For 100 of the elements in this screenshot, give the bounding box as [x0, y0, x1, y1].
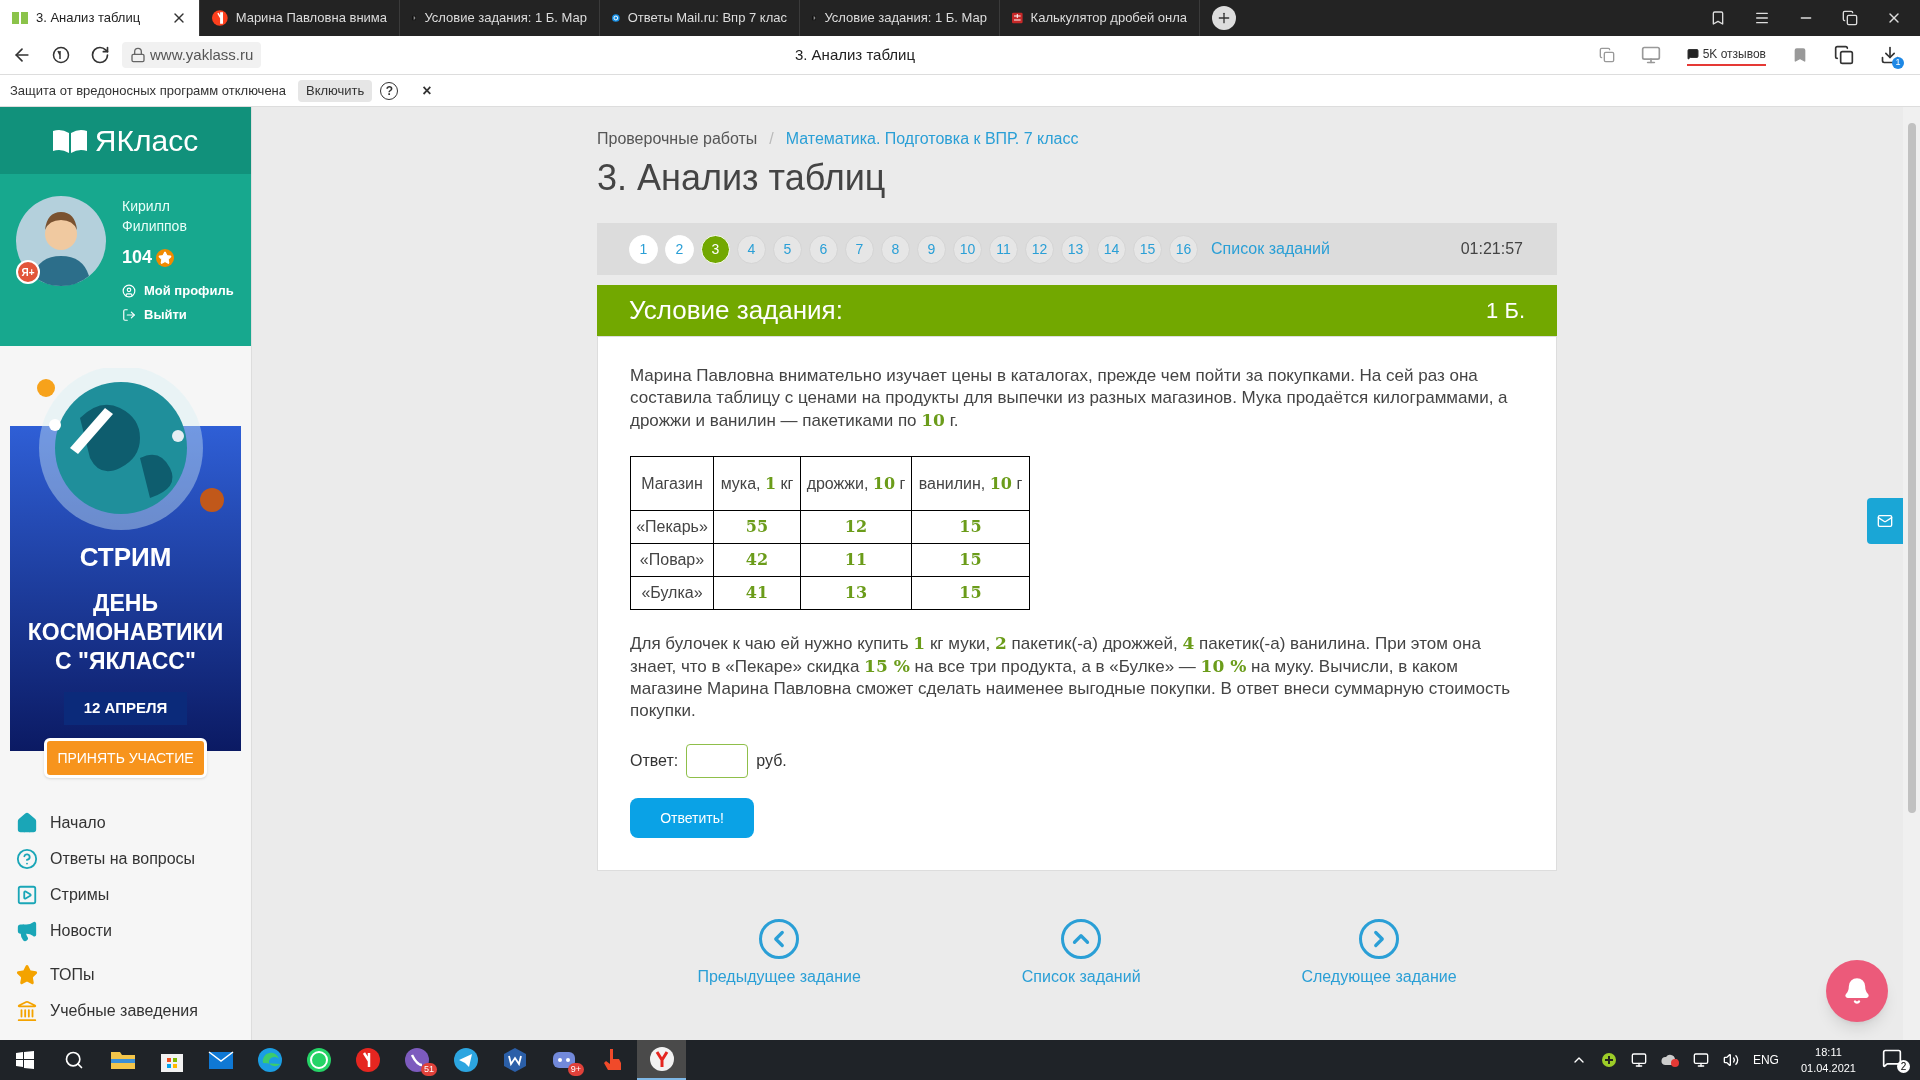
task-nav-link[interactable]: Предыдущее задание — [697, 919, 861, 989]
page-number[interactable]: 5 — [773, 234, 802, 264]
table-cell: 15 — [911, 510, 1030, 544]
breadcrumb-link[interactable]: Математика. Подготовка к ВПР. 7 класс — [785, 127, 1079, 151]
clock[interactable]: 18:11 01.04.2021 — [1800, 1044, 1856, 1076]
notifications-button[interactable] — [1826, 960, 1888, 1022]
timer: 01:21:57 — [1460, 239, 1523, 259]
network-icon[interactable] — [1692, 1052, 1709, 1068]
answer-label: Ответ: — [630, 751, 679, 771]
browser-tab[interactable]: 3. Анализ таблиц — [0, 0, 200, 36]
building-icon — [16, 1000, 38, 1022]
page-number[interactable]: 1 — [629, 234, 658, 264]
home-icon — [16, 812, 38, 834]
table-cell: 41 — [713, 576, 801, 610]
sidebar-item[interactable]: Стримы — [16, 883, 235, 907]
language-indicator[interactable]: ENG — [1752, 1051, 1779, 1069]
speaker-icon[interactable] — [1722, 1052, 1739, 1068]
url-field[interactable]: www.yaklass.ru — [122, 42, 262, 68]
megaphone-icon — [16, 920, 38, 942]
promo-banner[interactable]: СТРИМ ДЕНЬ КОСМОНАВТИКИ С "ЯКЛАСС" 12 АПРЕЛЯ ПРИНЯТЬ УЧАСТИЕ — [10, 368, 241, 778]
count-badge: 9+ — [567, 1063, 584, 1076]
table-cell: 12 — [800, 510, 912, 544]
avatar[interactable] — [16, 196, 106, 286]
exit-icon — [122, 308, 136, 322]
task-list-link[interactable]: Список заданий — [1211, 237, 1330, 261]
page-number[interactable]: 2 — [665, 234, 694, 264]
page-number[interactable]: 14 — [1097, 234, 1126, 264]
help-icon — [16, 848, 38, 870]
site-logo-icon — [1012, 10, 1023, 26]
table-header-cell: дрожжи, 10 г — [800, 456, 912, 511]
page-number[interactable]: 4 — [737, 234, 766, 264]
windows-icon[interactable] — [15, 1051, 34, 1069]
warning-message: Защита от вредоносных программ отключена — [10, 81, 287, 100]
menu-icon[interactable] — [1754, 10, 1770, 26]
taskbar-app[interactable]: 9+ — [539, 1040, 588, 1080]
bookmark-icon[interactable] — [1710, 10, 1726, 26]
plus-badge: Я+ — [16, 260, 40, 284]
page-number[interactable]: 8 — [881, 234, 910, 264]
page-number[interactable]: 15 — [1133, 234, 1162, 264]
plus-circle-icon[interactable] — [1600, 1052, 1617, 1068]
sidebar-item[interactable]: Ответы на вопросы — [16, 847, 235, 871]
date-label: 12 АПРЕЛЯ — [63, 692, 188, 725]
sidebar-item[interactable]: ТОПы — [16, 963, 235, 987]
table-cell: «Булка» — [630, 576, 714, 610]
page-heading: 3. Анализ таблиц — [597, 156, 887, 200]
table-cell: «Повар» — [630, 543, 714, 577]
close-button[interactable]: × — [422, 78, 432, 103]
taskbar-app[interactable] — [637, 1040, 686, 1080]
task-text: Марина Павловна внимательно изучает цены в каталогах, прежде чем пойти за покупками. На сей раз она составила таблицу с ценами на продукты для выпечки из разных магазинов. Мука продаётся килограммами, а дрожжи и ванилин — пакетиками по 10 г. — [630, 365, 1509, 432]
left-chevron-icon — [759, 919, 800, 959]
taskbar-app[interactable]: 51 — [392, 1040, 441, 1080]
join-button[interactable]: ПРИНЯТЬ УЧАСТИЕ — [44, 738, 207, 778]
profile-link[interactable]: Выйти — [122, 303, 234, 327]
user-icon — [122, 284, 136, 298]
sidebar-item[interactable]: Новости — [16, 919, 235, 943]
count-badge: 51 — [421, 1063, 437, 1076]
book-icon — [52, 128, 87, 153]
new-tab-icon[interactable] — [1212, 6, 1236, 30]
play-icon — [16, 884, 38, 906]
scrollbar[interactable] — [1903, 107, 1920, 1040]
page-number[interactable]: 16 — [1169, 234, 1198, 264]
breadcrumb-separator: / — [769, 129, 774, 149]
star-icon — [156, 248, 175, 267]
reload-icon[interactable] — [90, 45, 110, 65]
count-badge: 1 — [1892, 57, 1904, 69]
notification-center[interactable]: 2 — [1882, 1047, 1910, 1073]
page-number[interactable]: 6 — [809, 234, 838, 264]
page-number[interactable]: 12 — [1025, 234, 1054, 264]
submit-button[interactable]: Ответить! — [630, 798, 754, 838]
feedback-button[interactable] — [1867, 498, 1903, 544]
profile-link[interactable]: Мой профиль — [122, 279, 234, 303]
task-nav-link[interactable]: Следующее задание — [1301, 919, 1457, 989]
page-number[interactable]: 13 — [1061, 234, 1090, 264]
task-text: Для булочек к чаю ей нужно купить 1 кг муки, 2 пакетик(-а) дрожжей, 4 пакетик(-а) ванилина. При этом она знает, что в «Пекаре» скидка 15 % на все три продукта, а в «Булке» — 10 % на муку. Вычисли, в каком магазине Марина Павловна сможет сделать наименее выгодные покупки. В ответ внеси суммарную стоимость покупки. — [630, 632, 1512, 722]
table-header-cell: ванилин, 10 г — [911, 456, 1030, 511]
mail-icon — [1877, 513, 1893, 529]
restore-icon[interactable] — [1842, 10, 1858, 26]
table-cell: «Пекарь» — [630, 510, 714, 544]
tabs-icon[interactable] — [1598, 47, 1615, 63]
page-title: 3. Анализ таблиц — [794, 44, 916, 65]
table-header-cell: Магазин — [630, 456, 714, 511]
search-icon[interactable] — [63, 1050, 84, 1070]
task-nav-link[interactable]: Список заданий — [1021, 919, 1141, 989]
page-number[interactable]: 9 — [917, 234, 946, 264]
banner-subtitle: ДЕНЬ КОСМОНАВТИКИ С "ЯКЛАСС" — [26, 589, 225, 676]
cloud-icon[interactable] — [1660, 1053, 1679, 1067]
unit-label: руб. — [756, 751, 787, 771]
page-number[interactable]: 11 — [989, 234, 1018, 264]
collections-icon[interactable] — [1834, 45, 1854, 65]
page-number[interactable]: 3 — [701, 234, 730, 264]
sidebar-item[interactable]: Учебные заведения — [16, 999, 235, 1023]
page-number[interactable]: 7 — [845, 234, 874, 264]
enable-button[interactable]: Включить — [298, 79, 373, 102]
reviews-badge[interactable]: 5K отзывов — [1686, 44, 1766, 66]
sidebar-item[interactable]: Начало — [16, 811, 235, 835]
logo-text[interactable]: ЯКласс — [94, 118, 199, 163]
screen-icon[interactable] — [1630, 1052, 1647, 1068]
page-number[interactable]: 10 — [953, 234, 982, 264]
site-badge-icon[interactable] — [52, 46, 70, 64]
answer-field[interactable] — [686, 744, 749, 778]
